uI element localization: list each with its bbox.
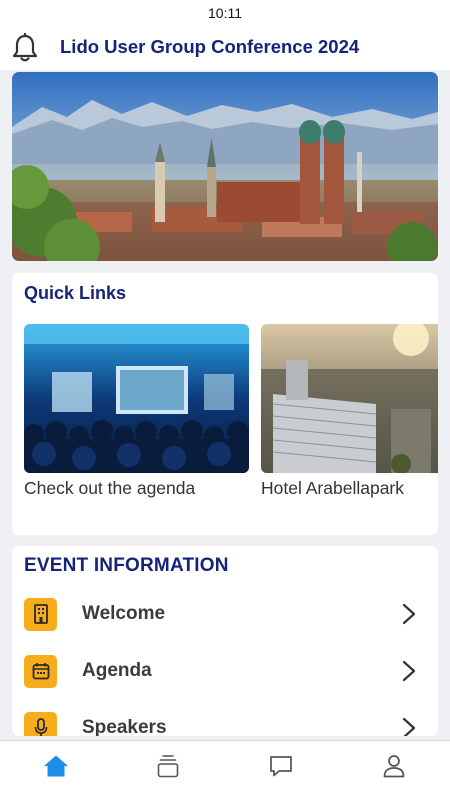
- list-item-label: Welcome: [82, 603, 166, 624]
- event-information-card: EVENT INFORMATION Welcome Agenda Speaker…: [12, 546, 438, 736]
- chevron-right-icon: [402, 603, 416, 625]
- home-icon[interactable]: [41, 751, 71, 781]
- chevron-right-icon: [402, 717, 416, 736]
- stack-icon[interactable]: [153, 751, 183, 781]
- quick-link-label: Check out the agenda: [24, 478, 196, 498]
- bell-icon[interactable]: [11, 33, 39, 63]
- list-item-welcome[interactable]: Welcome: [12, 586, 438, 642]
- status-time: 10:11: [208, 5, 242, 21]
- conference-audience-image: [24, 324, 249, 473]
- event-information-title: EVENT INFORMATION: [24, 555, 229, 576]
- profile-icon[interactable]: [379, 751, 409, 781]
- quick-links-title: Quick Links: [24, 283, 127, 303]
- quick-links-card: Quick Links Check out the agenda Hotel A…: [12, 273, 438, 535]
- bottom-navigation: [0, 740, 450, 800]
- app-header: Lido User Group Conference 2024: [0, 26, 450, 70]
- calendar-icon: [24, 654, 57, 688]
- building-icon: [24, 597, 57, 631]
- list-item-label: Agenda: [82, 660, 152, 681]
- chevron-right-icon: [402, 660, 416, 682]
- quick-link-hotel[interactable]: Hotel Arabellapark: [261, 324, 438, 499]
- quick-link-agenda[interactable]: Check out the agenda: [24, 324, 249, 499]
- microphone-icon: [24, 711, 57, 736]
- list-item-agenda[interactable]: Agenda: [12, 643, 438, 699]
- page-title: Lido User Group Conference 2024: [60, 36, 360, 57]
- chat-icon[interactable]: [266, 751, 296, 781]
- list-item-speakers[interactable]: Speakers: [12, 700, 438, 736]
- quick-link-label: Hotel Arabellapark: [261, 478, 404, 498]
- hotel-aerial-image: [261, 324, 438, 473]
- status-bar: 10:11: [0, 0, 450, 26]
- hero-image: [12, 72, 438, 261]
- list-item-label: Speakers: [82, 717, 167, 736]
